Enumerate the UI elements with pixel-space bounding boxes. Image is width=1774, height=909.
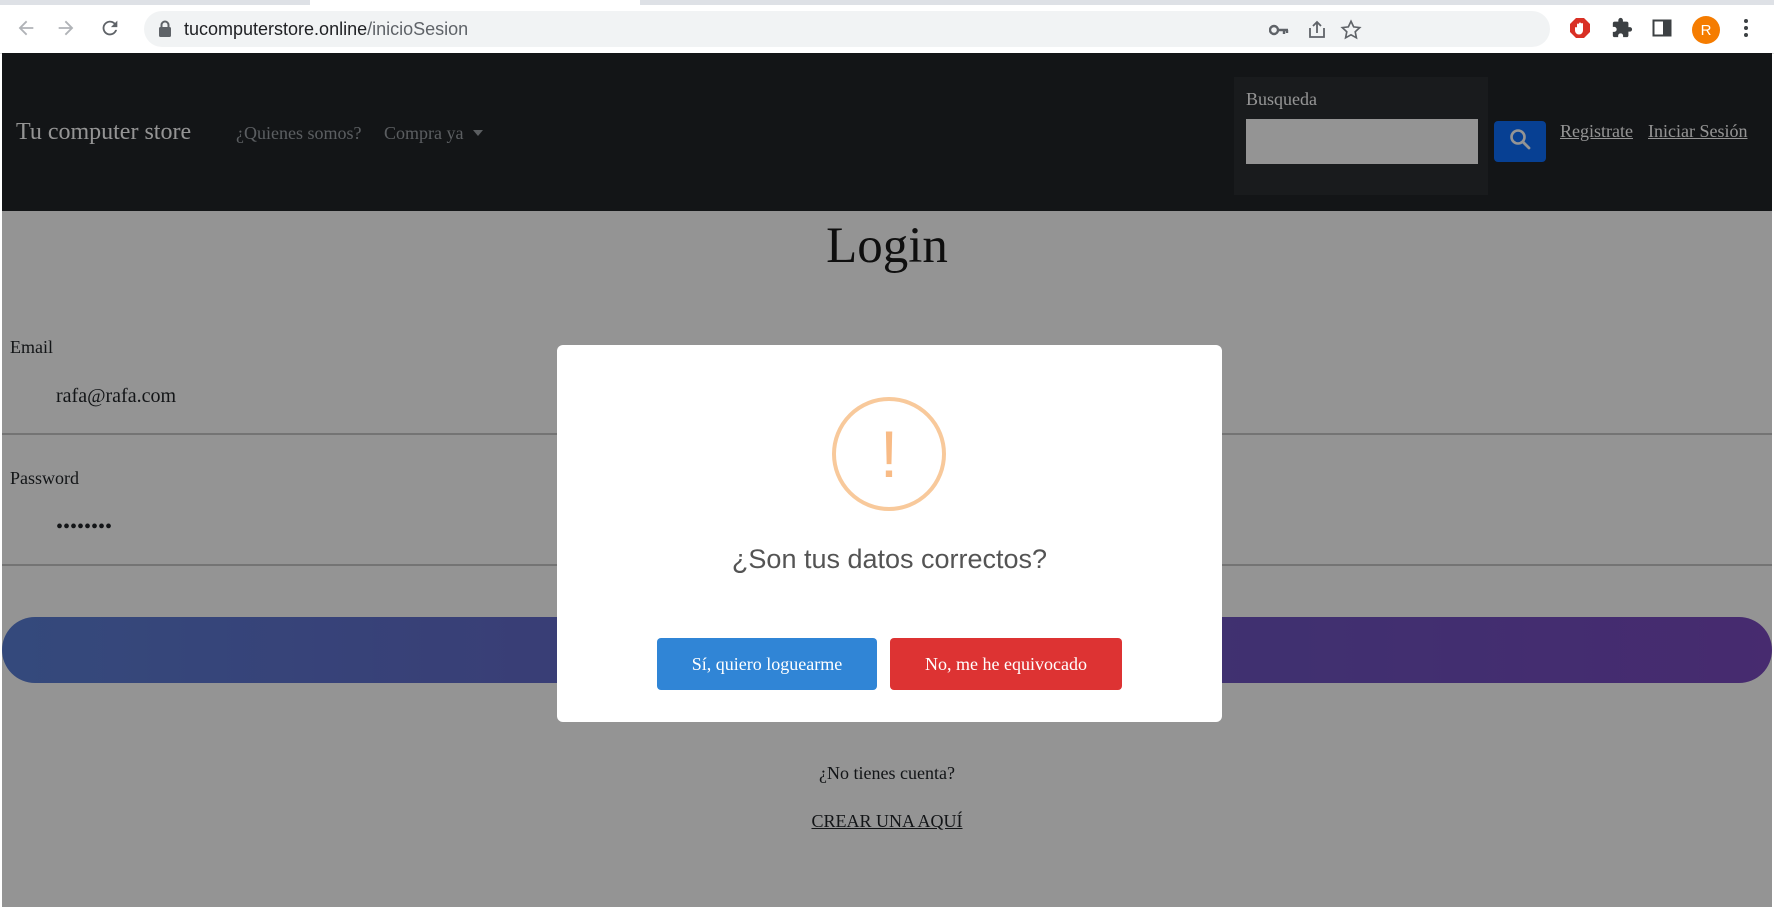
forward-icon[interactable] <box>52 14 80 42</box>
reload-icon[interactable] <box>96 14 124 42</box>
browser-toolbar: tucomputerstore.online/inicioSesion R <box>0 0 1774 54</box>
adblock-extension-icon[interactable] <box>1568 16 1592 40</box>
tab-strip <box>0 0 1774 5</box>
side-panel-icon[interactable] <box>1650 16 1674 40</box>
exclamation-mark: ! <box>879 417 899 491</box>
dialog-question: ¿Son tus datos correctos? <box>731 544 1048 574</box>
address-bar[interactable]: tucomputerstore.online/inicioSesion <box>144 11 1550 47</box>
back-icon[interactable] <box>12 14 40 42</box>
profile-avatar[interactable]: R <box>1692 16 1720 44</box>
share-icon[interactable] <box>1306 19 1328 41</box>
page: Tu computer store ¿Quienes somos? Compra… <box>2 53 1772 907</box>
confirm-dialog: ! ¿Son tus datos correctos? Sí, quiero l… <box>557 345 1222 722</box>
url-text: tucomputerstore.online/inicioSesion <box>184 19 469 39</box>
cancel-button[interactable]: No, me he equivocado <box>890 638 1122 690</box>
lock-icon[interactable] <box>158 20 172 43</box>
extensions-puzzle-icon[interactable] <box>1610 16 1634 40</box>
bookmark-star-icon[interactable] <box>1340 19 1362 41</box>
warning-icon: ! <box>832 397 946 511</box>
confirm-login-button[interactable]: Sí, quiero loguearme <box>657 638 877 690</box>
kebab-menu-icon[interactable] <box>1734 16 1758 40</box>
key-icon[interactable] <box>1268 19 1290 41</box>
